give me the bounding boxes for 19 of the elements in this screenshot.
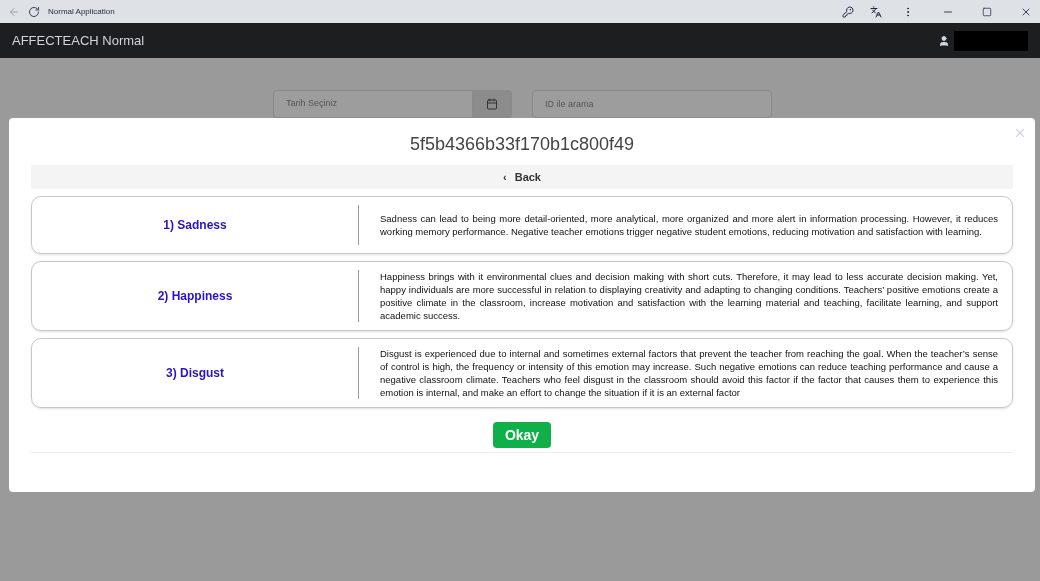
emotion-description: Happiness brings with it environmental clues and decision making with short cuts. Therefore, it may lead to less accurate decision making. Yet, happy individuals are more successful in relation to displaying creativity and adapting to changing conditions. Teachers’ positive emotions create a positive climate in the classroom, increase motivation and satisfaction with the learning material and teaching, facilitate learning, and support academic success.: [379, 270, 999, 322]
app-title: AFFECTEACH Normal: [12, 31, 145, 50]
calendar-button[interactable]: [472, 90, 512, 118]
key-icon[interactable]: [842, 5, 854, 18]
calendar-icon: [486, 98, 498, 110]
emotion-label: 3) Disgust: [165, 365, 225, 382]
modal-title: 5f5b4366b33f170b1c800f49: [408, 133, 636, 156]
emotion-label: 1) Sadness: [162, 217, 228, 234]
emotion-label: 2) Happiness: [156, 288, 234, 305]
translate-icon[interactable]: [870, 5, 882, 18]
emotion-description: Disgust is experienced due to internal and sometimes external factors that prevent the teacher from reaching the goal. When the teacher’s sense of control is high, the frequency or intensity of this emotion may increase. Such negative emotions can reduce teaching performance and cause a negative classroom climate. Teachers who feel disgust in the classroom should avoid this factor if the factor that causes them to experience this emotion is internal, and make an effort to change the situation if it is an external factor: [379, 347, 999, 399]
window-title: Normal Application: [48, 5, 115, 18]
maximize-icon[interactable]: [982, 6, 992, 17]
id-search-field[interactable]: ID ile arama: [532, 90, 772, 118]
reload-icon[interactable]: [28, 5, 40, 18]
emotion-description: Sadness can lead to being more detail-oriented, more analytical, more organized and more alert in information processing. However, it reduces working memory performance. Negative teacher emotions trigger negative student emotions, reducing motivation and satisfaction with learning.: [379, 212, 999, 238]
date-field[interactable]: Tarih Seçiniz: [273, 90, 472, 118]
back-button[interactable]: ‹ Back: [31, 165, 1013, 189]
user-icon[interactable]: [938, 34, 950, 47]
